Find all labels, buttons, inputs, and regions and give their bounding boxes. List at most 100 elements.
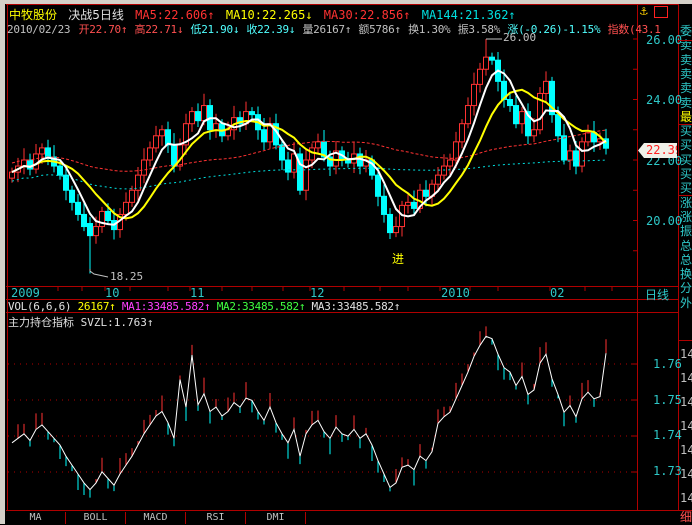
candle-body	[387, 213, 393, 234]
quote-row-label: 外	[680, 295, 692, 310]
indicator-tick-174: 1.74	[653, 428, 682, 442]
tab-boll[interactable]: BOLL	[66, 512, 126, 524]
candle-body	[411, 201, 417, 209]
tick-volume: 14	[680, 347, 692, 361]
quote-row-label: 振	[680, 224, 692, 239]
date-label-dec: 12	[310, 286, 325, 300]
indicator-header: 主力持仓指标 SVZL:1.763↑	[8, 314, 153, 330]
quote-row-label: 总	[680, 252, 692, 267]
quote-row-label: 卖	[680, 95, 692, 110]
current-price-tag: 22.39	[638, 143, 677, 158]
quote-row-label: 最	[680, 109, 692, 124]
candle-body	[129, 189, 135, 203]
candle-body	[561, 135, 567, 161]
indicator-tick-176: 1.76	[653, 357, 682, 371]
candle-body	[465, 105, 471, 125]
tick-detail-label[interactable]: 细	[680, 508, 692, 525]
tick-volume: 14	[680, 419, 692, 433]
tab-ma[interactable]: MA	[6, 512, 66, 524]
candle-body	[309, 147, 315, 161]
tab-rsi[interactable]: RSI	[186, 512, 246, 524]
quote-row-label: 卖	[680, 66, 692, 81]
candle-body	[405, 201, 411, 206]
quote-separator	[679, 195, 692, 196]
candle-body	[201, 105, 207, 122]
candle-body	[165, 129, 171, 146]
date-label-2009: 2009	[11, 286, 40, 300]
indicator-tick-175: 1.75	[653, 393, 682, 407]
candle-body	[105, 210, 111, 222]
quote-row-label: 涨	[680, 195, 692, 210]
indicator-name[interactable]: 主力持仓指标	[8, 316, 74, 329]
candle-body	[195, 111, 201, 122]
tick-volume: 14	[680, 491, 692, 505]
tab-dmi[interactable]: DMI	[246, 512, 306, 524]
quote-row-label: 换	[680, 267, 692, 282]
date-label-oct: 10	[105, 286, 120, 300]
period-selector[interactable]: 日线	[645, 286, 669, 303]
quote-row-label: 买	[680, 152, 692, 167]
quote-row-label: 买	[680, 167, 692, 181]
quote-row-label: 委	[680, 24, 692, 38]
quote-separator	[679, 40, 692, 41]
quote-row-label: 卖	[680, 52, 692, 67]
low-price-label: 18.25	[110, 270, 144, 283]
tick-volume: 14	[680, 371, 692, 385]
candle-body	[315, 141, 321, 149]
buy-signal-label: 进	[392, 252, 405, 266]
vol-value: 26167↑	[77, 300, 116, 313]
candle-body	[483, 56, 489, 70]
candle-body	[435, 174, 441, 185]
quote-row-label: 分	[680, 281, 692, 296]
candle-body	[171, 144, 177, 167]
quote-row-label: 买	[680, 138, 692, 153]
candle-body	[69, 189, 75, 203]
tab-macd[interactable]: MACD	[126, 512, 186, 524]
candle-body	[453, 141, 459, 161]
vol-ma2: MA2:33485.582↑	[216, 300, 306, 313]
price-chart	[8, 38, 637, 498]
candle-body	[375, 174, 381, 197]
tick-volume: 14	[680, 395, 692, 409]
price-tick-26: 26.00	[646, 33, 683, 47]
candle-body	[585, 132, 591, 143]
vol-ma1: MA1:33485.582↑	[121, 300, 211, 313]
tick-volume: 14	[680, 467, 692, 481]
date-label-2010: 2010	[441, 286, 470, 300]
candle-body	[513, 105, 519, 125]
high-price-label: 26.00	[503, 31, 537, 44]
price-tick-24: 24.00	[646, 93, 683, 107]
quote-row-label: 总	[680, 238, 692, 253]
vol-ma3: MA3:33485.582↑	[311, 300, 401, 313]
svzl-line	[11, 335, 607, 491]
candle-body	[423, 189, 429, 197]
candle-body	[57, 165, 63, 176]
candle-body	[261, 129, 267, 143]
candle-body	[213, 123, 219, 131]
quote-row-label: 卖	[680, 81, 692, 96]
candle-body	[381, 195, 387, 215]
candle-body	[531, 129, 537, 137]
vol-header: VOL(6,6,6) 26167↑ MA1:33485.582↑ MA2:334…	[8, 300, 400, 313]
indicator-tick-173: 1.73	[653, 464, 682, 478]
candle-body	[447, 159, 453, 167]
quote-separator	[679, 124, 692, 125]
candle-body	[507, 99, 513, 107]
candle-body	[543, 80, 549, 94]
candle-body	[93, 226, 99, 237]
date-label-nov: 11	[190, 286, 205, 300]
candle-body	[99, 210, 105, 228]
candle-body	[189, 111, 195, 125]
candle-body	[555, 114, 561, 137]
candle-body	[567, 150, 573, 161]
candle-body	[87, 223, 93, 237]
candle-body	[249, 111, 255, 116]
candle-body	[393, 226, 399, 234]
candle-body	[159, 129, 165, 137]
date-label-feb: 02	[550, 286, 565, 300]
candle-body	[345, 159, 351, 164]
candle-body	[33, 153, 39, 170]
candle-body	[153, 135, 159, 149]
vol-name[interactable]: VOL(6,6,6)	[8, 300, 72, 313]
price-tick-20: 20.00	[646, 214, 683, 228]
